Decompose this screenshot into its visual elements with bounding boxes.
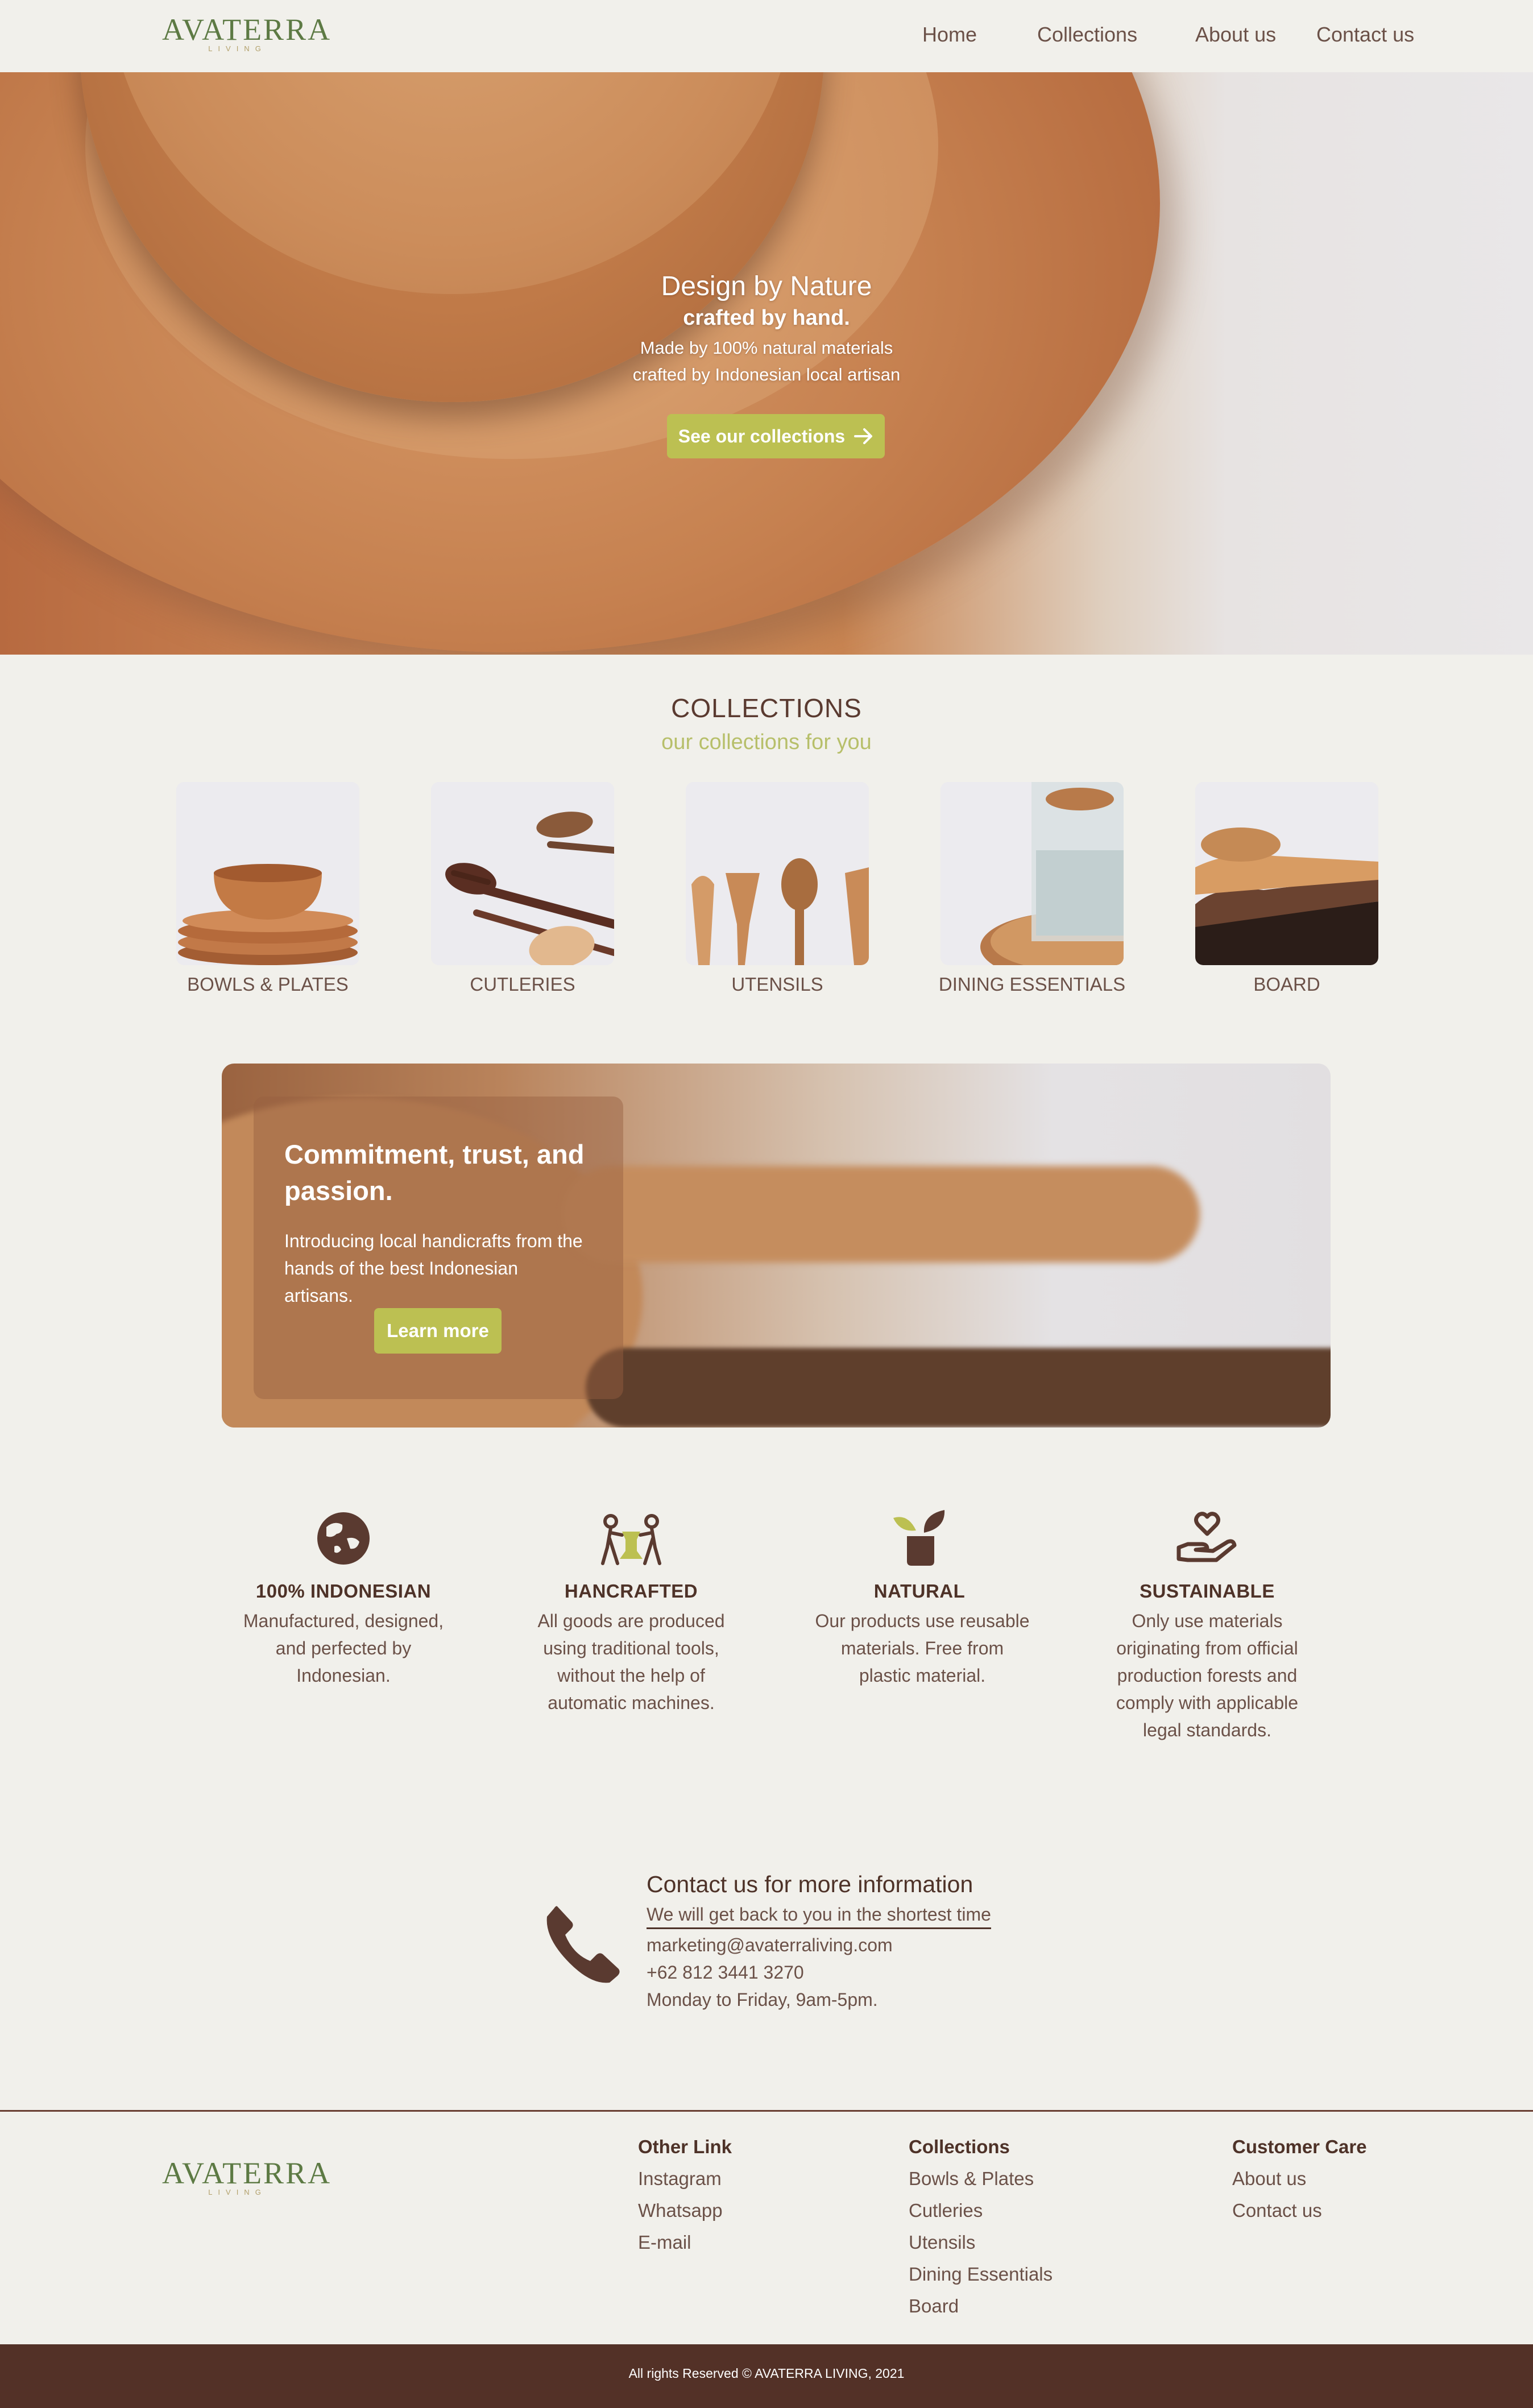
collection-label: BOWLS & PLATES bbox=[187, 974, 349, 995]
banner-dark-board-image bbox=[586, 1348, 1331, 1428]
banner-board-image bbox=[563, 1166, 1200, 1263]
banner-title: Commitment, trust, and passion. bbox=[284, 1139, 585, 1206]
collection-card-utensils[interactable] bbox=[686, 782, 869, 965]
nav-home[interactable]: Home bbox=[922, 23, 977, 47]
footer-link-contact-us[interactable]: Contact us bbox=[1232, 2200, 1322, 2221]
feature-title: 100% INDONESIAN bbox=[255, 1580, 432, 1602]
footer-heading-customer-care: Customer Care bbox=[1232, 2136, 1367, 2157]
brand-logo[interactable]: AVATERRA LIVING bbox=[162, 13, 332, 53]
hero-description-line: Made by 100% natural materials bbox=[640, 338, 893, 358]
learn-more-button[interactable]: Learn more bbox=[374, 1308, 502, 1354]
logo-wordmark: AVATERRA bbox=[162, 13, 332, 47]
hero-description-line: crafted by Indonesian local artisan bbox=[632, 365, 901, 384]
globe-asia-icon bbox=[309, 1504, 378, 1573]
board-image bbox=[1195, 782, 1378, 965]
banner-text: Introducing local handicrafts from the h… bbox=[284, 1231, 583, 1306]
footer-heading-other-link: Other Link bbox=[638, 2136, 732, 2157]
footer-heading-collections: Collections bbox=[909, 2136, 1010, 2157]
feature-title: HANCRAFTED bbox=[564, 1580, 698, 1602]
contact-phone-number[interactable]: +62 812 3441 3270 bbox=[647, 1962, 804, 1983]
footer-link-dining-essentials[interactable]: Dining Essentials bbox=[909, 2264, 1053, 2285]
collections-subtitle: our collections for you bbox=[661, 730, 872, 754]
feature-title: NATURAL bbox=[873, 1580, 966, 1602]
feature-text: Manufactured, designed, and perfected by… bbox=[243, 1611, 444, 1686]
see-collections-label: See our collections bbox=[678, 425, 846, 446]
feature-text: All goods are produced using traditional… bbox=[537, 1611, 725, 1713]
collection-label: CUTLERIES bbox=[470, 974, 575, 995]
footer-link-instagram[interactable]: Instagram bbox=[638, 2168, 722, 2190]
logo-wordmark: AVATERRA bbox=[162, 2156, 332, 2190]
contact-title: Contact us for more information bbox=[647, 1871, 973, 1897]
footer-link-board[interactable]: Board bbox=[909, 2295, 959, 2317]
footer-link-whatsapp[interactable]: Whatsapp bbox=[638, 2200, 723, 2221]
hero-subtitle: crafted by hand. bbox=[683, 306, 850, 330]
feature-title: SUSTAINABLE bbox=[1140, 1580, 1275, 1602]
artisans-craft-icon bbox=[597, 1504, 665, 1573]
hero-banner bbox=[0, 72, 1533, 655]
feature-text: Our products use reusable materials. Fre… bbox=[815, 1611, 1030, 1686]
hero-title: Design by Nature bbox=[661, 271, 872, 301]
collection-card-board[interactable] bbox=[1195, 782, 1378, 965]
dining-essentials-image bbox=[940, 782, 1124, 965]
cutleries-image bbox=[431, 782, 614, 965]
collection-label: UTENSILS bbox=[731, 974, 823, 995]
contact-email[interactable]: marketing@avaterraliving.com bbox=[647, 1935, 893, 1956]
contact-subtitle: We will get back to you in the shortest … bbox=[647, 1904, 991, 1929]
feature-text: Only use materials originating from offi… bbox=[1116, 1611, 1299, 1740]
footer-divider bbox=[0, 2110, 1533, 2112]
collection-card-cutleries[interactable] bbox=[431, 782, 614, 965]
collection-card-bowls-plates[interactable] bbox=[176, 782, 359, 965]
footer-link-bowls-plates[interactable]: Bowls & Plates bbox=[909, 2168, 1034, 2190]
collection-label: BOARD bbox=[1253, 974, 1320, 995]
collection-card-dining-essentials[interactable] bbox=[940, 782, 1124, 965]
footer-link-cutleries[interactable]: Cutleries bbox=[909, 2200, 983, 2221]
collection-label: DINING ESSENTIALS bbox=[938, 974, 1126, 995]
nav-contact-us[interactable]: Contact us bbox=[1316, 23, 1414, 47]
footer-link-about-us[interactable]: About us bbox=[1232, 2168, 1306, 2190]
plant-pot-icon bbox=[885, 1504, 954, 1573]
phone-icon bbox=[540, 1900, 625, 1985]
footer-link-email[interactable]: E-mail bbox=[638, 2232, 691, 2253]
copyright-text: All rights Reserved © AVATERRA LIVING, 2… bbox=[628, 2366, 905, 2381]
see-collections-button[interactable]: See our collections bbox=[667, 414, 885, 458]
footer-brand-logo[interactable]: AVATERRA LIVING bbox=[162, 2156, 332, 2196]
footer-link-utensils[interactable]: Utensils bbox=[909, 2232, 975, 2253]
nav-collections[interactable]: Collections bbox=[1037, 23, 1137, 47]
contact-hours: Monday to Friday, 9am-5pm. bbox=[647, 1989, 878, 2010]
utensils-image bbox=[686, 782, 869, 965]
bowls-plates-image bbox=[176, 782, 359, 965]
hand-heart-icon bbox=[1173, 1504, 1241, 1573]
nav-about-us[interactable]: About us bbox=[1195, 23, 1276, 47]
arrow-right-icon bbox=[854, 428, 873, 444]
collections-title: COLLECTIONS bbox=[671, 693, 862, 723]
